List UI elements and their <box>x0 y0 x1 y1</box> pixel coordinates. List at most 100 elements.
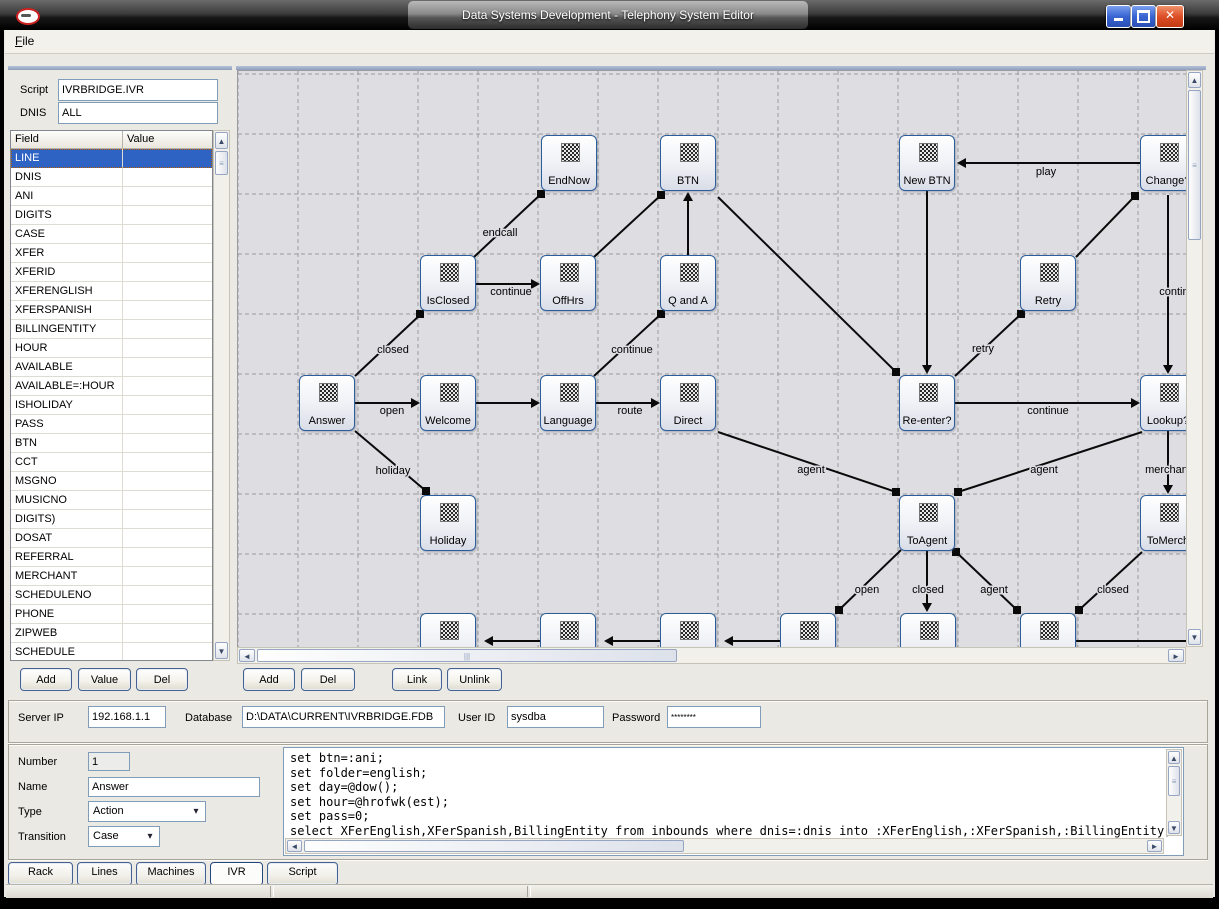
field-row[interactable]: AVAILABLE <box>11 358 212 377</box>
script-vscrollbar[interactable]: ▲ ≡ ▼ <box>1166 749 1182 836</box>
canvas-unlink-button[interactable]: Unlink <box>447 668 502 691</box>
column-header-value[interactable]: Value <box>123 131 212 149</box>
field-row[interactable]: MUSICNO <box>11 491 212 510</box>
dnis-input[interactable] <box>58 102 218 124</box>
field-del-button[interactable]: Del <box>136 668 188 691</box>
column-header-field[interactable]: Field <box>11 131 123 149</box>
field-row[interactable]: XFER <box>11 244 212 263</box>
diagram-node-toagent[interactable]: ToAgent <box>899 495 955 551</box>
number-input[interactable] <box>88 752 130 771</box>
tab-machines[interactable]: Machines <box>136 862 206 885</box>
canvas-vscrollbar[interactable]: ▲ ≡ ▼ <box>1186 70 1203 647</box>
diagram-node-offhrs[interactable]: OffHrs <box>540 255 596 311</box>
diagram-node-language[interactable]: Language <box>540 375 596 431</box>
field-row[interactable]: DOSAT <box>11 529 212 548</box>
field-row[interactable]: PASS <box>11 415 212 434</box>
field-value-button[interactable]: Value <box>78 668 131 691</box>
canvas-hscrollbar[interactable]: ◄ ||| ► <box>237 647 1186 664</box>
maximize-button[interactable] <box>1131 5 1156 28</box>
diagram-node-welcome[interactable]: Welcome <box>420 375 476 431</box>
field-row[interactable]: CASE <box>11 225 212 244</box>
field-row[interactable]: AVAILABLE=:HOUR <box>11 377 212 396</box>
field-row[interactable]: LINE <box>11 149 212 168</box>
field-row[interactable]: XFERSPANISH <box>11 301 212 320</box>
chevron-down-icon[interactable]: ▾ <box>143 829 157 844</box>
field-row[interactable]: CCT <box>11 453 212 472</box>
type-select[interactable]: Action ▾ <box>88 801 206 822</box>
scroll-right-icon[interactable]: ► <box>1168 649 1184 662</box>
tab-lines[interactable]: Lines <box>77 862 132 885</box>
diagram-node-change-[interactable]: Change? <box>1140 135 1187 191</box>
scroll-up-icon[interactable]: ▲ <box>1168 751 1180 764</box>
script-vscroll-thumb[interactable]: ≡ <box>1168 766 1180 796</box>
diagram-node-holiday[interactable]: Holiday <box>420 495 476 551</box>
diagram-node-partial[interactable] <box>540 613 596 647</box>
field-row[interactable]: HOUR <box>11 339 212 358</box>
diagram-node-partial[interactable] <box>420 613 476 647</box>
name-input[interactable] <box>88 777 260 797</box>
scroll-down-icon[interactable]: ▼ <box>215 642 228 659</box>
field-row[interactable]: XFERID <box>11 263 212 282</box>
diagram-node-direct[interactable]: Direct <box>660 375 716 431</box>
diagram-node-answer[interactable]: Answer <box>299 375 355 431</box>
scroll-down-icon[interactable]: ▼ <box>1168 821 1180 834</box>
field-row[interactable]: SCHEDULENO <box>11 586 212 605</box>
minimize-button[interactable] <box>1106 5 1131 28</box>
diagram-node-endnow[interactable]: EndNow <box>541 135 597 191</box>
field-table-scroll-thumb[interactable]: ≡ <box>215 151 228 175</box>
field-row[interactable]: PHONE <box>11 605 212 624</box>
canvas-del-button[interactable]: Del <box>301 668 355 691</box>
diagram-node-new-btn[interactable]: New BTN <box>899 135 955 191</box>
transition-select[interactable]: Case ▾ <box>88 826 160 847</box>
tab-rack[interactable]: Rack <box>8 862 73 885</box>
diagram-node-partial[interactable] <box>660 613 716 647</box>
field-row[interactable]: BTN <box>11 434 212 453</box>
field-row[interactable]: DNIS <box>11 168 212 187</box>
diagram-node-partial[interactable] <box>1020 613 1076 647</box>
field-row[interactable]: DIGITS <box>11 206 212 225</box>
field-row[interactable]: XFERENGLISH <box>11 282 212 301</box>
diagram-node-isclosed[interactable]: IsClosed <box>420 255 476 311</box>
close-button[interactable]: ✕ <box>1156 5 1184 28</box>
script-input[interactable] <box>58 79 218 101</box>
field-row[interactable]: MSGNO <box>11 472 212 491</box>
field-row[interactable]: REFERRAL <box>11 548 212 567</box>
diagram-canvas[interactable]: endcallcontinueclosedopenholidayroutecon… <box>237 70 1187 647</box>
field-row[interactable]: ANI <box>11 187 212 206</box>
canvas-hscroll-thumb[interactable]: ||| <box>257 649 677 662</box>
script-hscroll-thumb[interactable] <box>304 840 684 852</box>
diagram-node-lookup-[interactable]: Lookup? <box>1140 375 1187 431</box>
diagram-node-re-enter-[interactable]: Re-enter? <box>899 375 955 431</box>
diagram-node-q-and-a[interactable]: Q and A <box>660 255 716 311</box>
diagram-node-partial[interactable] <box>780 613 836 647</box>
script-hscrollbar[interactable]: ◄ ► <box>285 838 1164 854</box>
tab-script[interactable]: Script <box>267 862 338 885</box>
field-add-button[interactable]: Add <box>20 668 72 691</box>
diagram-node-retry[interactable]: Retry <box>1020 255 1076 311</box>
field-row[interactable]: MERCHANT <box>11 567 212 586</box>
scroll-left-icon[interactable]: ◄ <box>287 840 302 852</box>
field-row[interactable]: SCHEDULE <box>11 643 212 661</box>
tab-ivr[interactable]: IVR <box>210 862 263 885</box>
field-row[interactable]: BILLINGENTITY <box>11 320 212 339</box>
database-input[interactable] <box>242 706 445 728</box>
chevron-down-icon[interactable]: ▾ <box>189 804 203 819</box>
field-table-scrollbar[interactable]: ▲ ≡ ▼ <box>213 130 230 661</box>
diagram-node-tomerch[interactable]: ToMerch <box>1140 495 1187 551</box>
diagram-node-btn[interactable]: BTN <box>660 135 716 191</box>
user-id-input[interactable] <box>507 706 604 728</box>
canvas-link-button[interactable]: Link <box>392 668 442 691</box>
field-row[interactable]: ISHOLIDAY <box>11 396 212 415</box>
field-row[interactable]: ZIPWEB <box>11 624 212 643</box>
menu-file[interactable]: File <box>5 30 44 52</box>
canvas-add-button[interactable]: Add <box>243 668 295 691</box>
diagram-node-partial[interactable] <box>900 613 956 647</box>
canvas-vscroll-thumb[interactable]: ≡ <box>1188 90 1201 240</box>
scroll-left-icon[interactable]: ◄ <box>239 649 255 662</box>
password-input[interactable] <box>667 706 761 728</box>
scroll-down-icon[interactable]: ▼ <box>1188 629 1201 645</box>
scroll-right-icon[interactable]: ► <box>1147 840 1162 852</box>
server-ip-input[interactable] <box>88 706 166 728</box>
scroll-up-icon[interactable]: ▲ <box>1188 72 1201 88</box>
field-row[interactable]: DIGITS) <box>11 510 212 529</box>
